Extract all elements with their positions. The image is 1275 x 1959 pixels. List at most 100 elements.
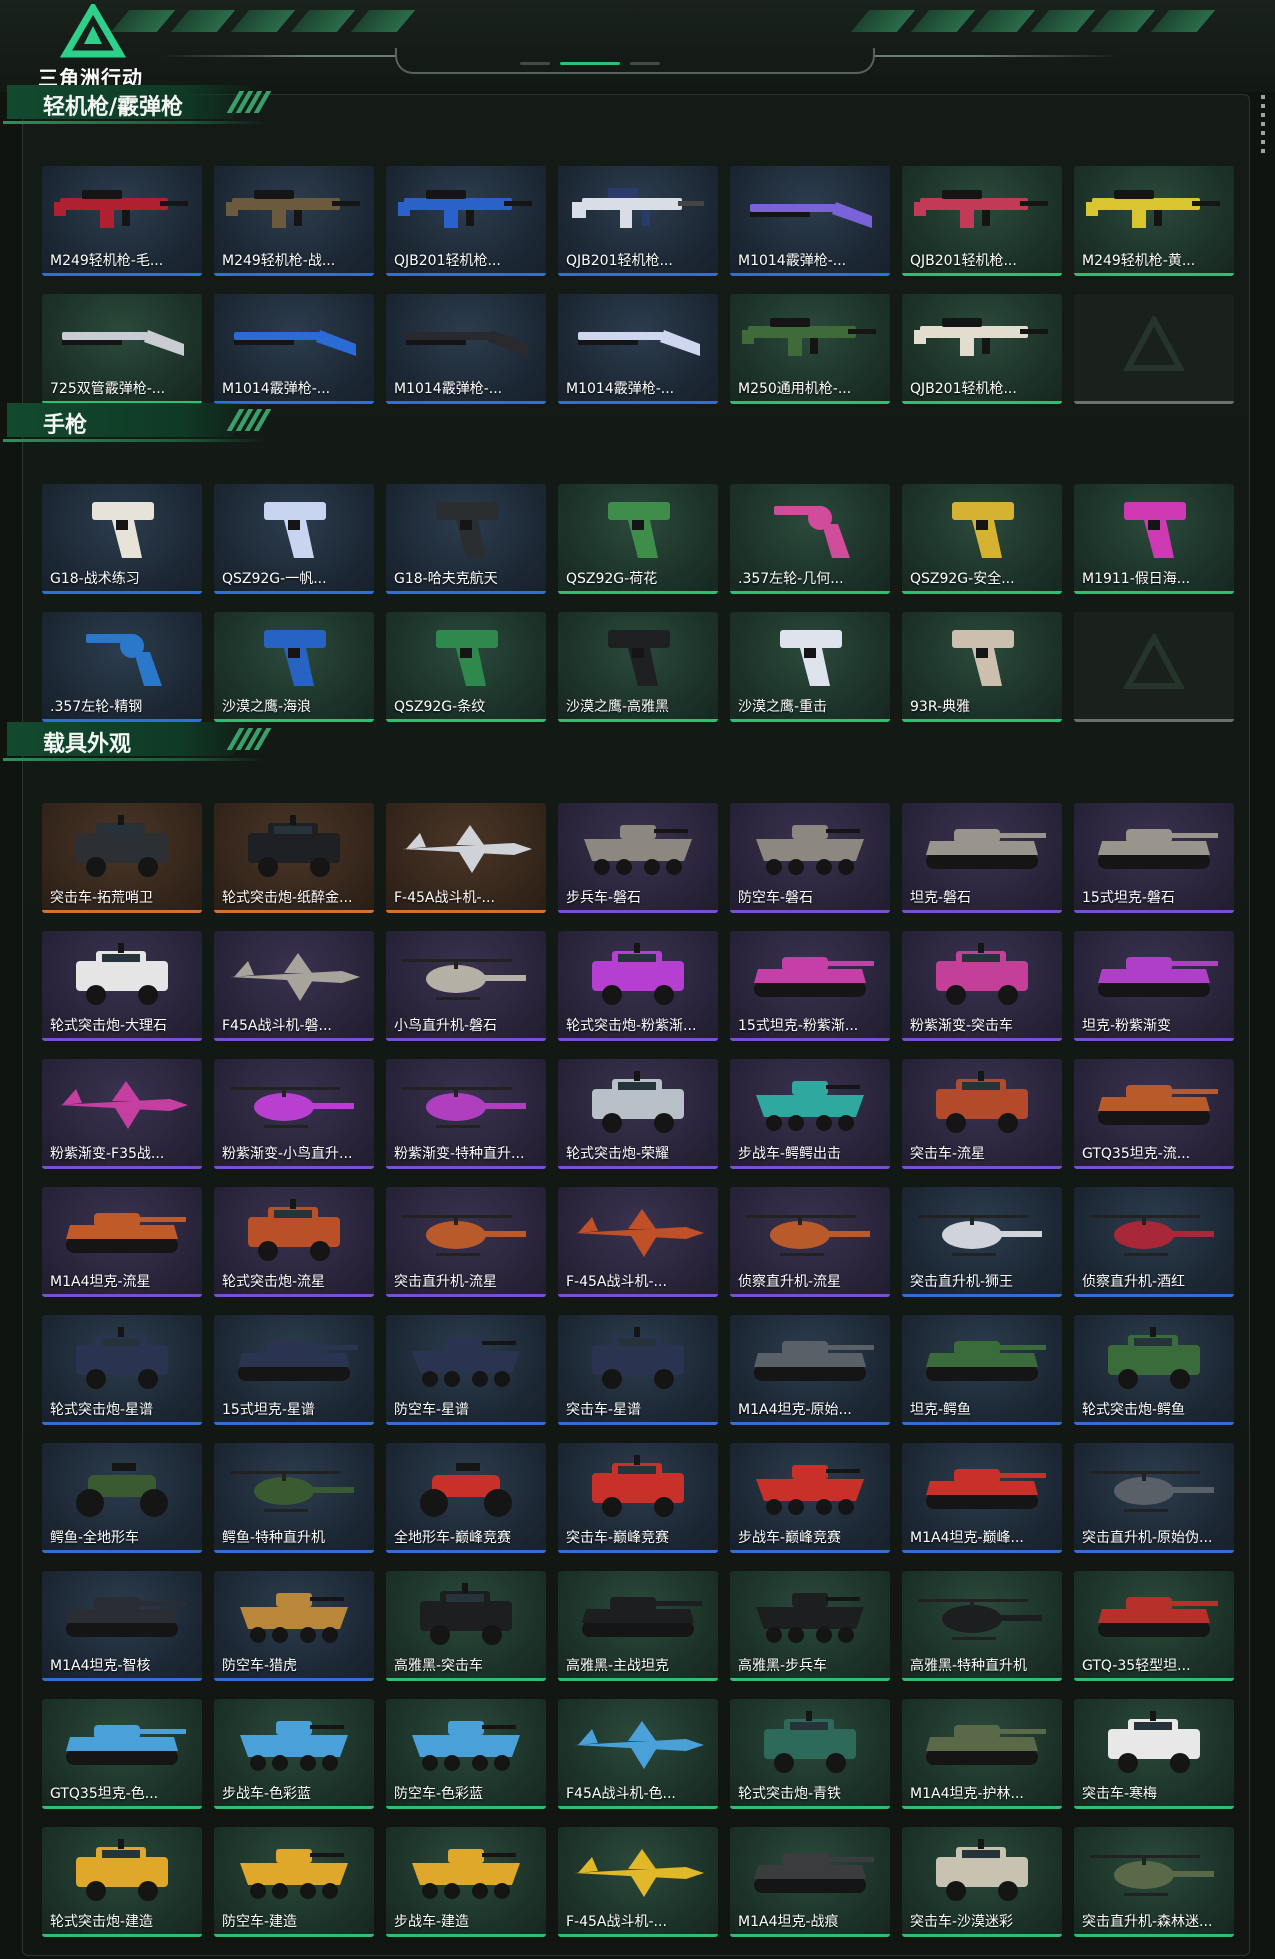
- item-card[interactable]: 侦察直升机-酒红: [1074, 1187, 1234, 1297]
- item-card[interactable]: 全地形车-巅峰竞赛: [386, 1443, 546, 1553]
- item-card[interactable]: 15式坦克-粉紫渐...: [730, 931, 890, 1041]
- item-card[interactable]: 93R-典雅: [902, 612, 1062, 722]
- item-card[interactable]: M1A4坦克-智核: [42, 1571, 202, 1681]
- item-card[interactable]: F45A战斗机-色...: [558, 1699, 718, 1809]
- item-card[interactable]: M1A4坦克-流星: [42, 1187, 202, 1297]
- item-card[interactable]: 轮式突击炮-纸醉金...: [214, 803, 374, 913]
- item-card[interactable]: M249轻机枪-战...: [214, 166, 374, 276]
- item-card[interactable]: F-45A战斗机-...: [386, 803, 546, 913]
- item-card[interactable]: G18-哈夫克航天: [386, 484, 546, 594]
- item-card[interactable]: 突击车-沙漠迷彩: [902, 1827, 1062, 1937]
- item-card[interactable]: 轮式突击炮-鳄鱼: [1074, 1315, 1234, 1425]
- item-card[interactable]: 步战车-鳄鳄出击: [730, 1059, 890, 1169]
- item-card[interactable]: 高雅黑-主战坦克: [558, 1571, 718, 1681]
- item-card[interactable]: 小鸟直升机-磐石: [386, 931, 546, 1041]
- item-card[interactable]: 沙漠之鹰-重击: [730, 612, 890, 722]
- item-card[interactable]: F-45A战斗机-...: [558, 1187, 718, 1297]
- item-card[interactable]: 突击车-巅峰竞赛: [558, 1443, 718, 1553]
- item-card[interactable]: M1A4坦克-战痕: [730, 1827, 890, 1937]
- item-card[interactable]: G18-战术练习: [42, 484, 202, 594]
- item-card[interactable]: 高雅黑-特种直升机: [902, 1571, 1062, 1681]
- item-card[interactable]: 沙漠之鹰-海浪: [214, 612, 374, 722]
- item-card[interactable]: 粉紫渐变-小鸟直升...: [214, 1059, 374, 1169]
- rarity-strip: [730, 273, 890, 276]
- item-card[interactable]: F-45A战斗机-...: [558, 1827, 718, 1937]
- item-card[interactable]: 15式坦克-磐石: [1074, 803, 1234, 913]
- item-card[interactable]: 防空车-色彩蓝: [386, 1699, 546, 1809]
- item-card[interactable]: M1014霰弹枪-...: [558, 294, 718, 404]
- item-card[interactable]: 轮式突击炮-青铁: [730, 1699, 890, 1809]
- item-card[interactable]: 突击车-星谱: [558, 1315, 718, 1425]
- scrollbar-handle[interactable]: [1261, 95, 1265, 155]
- item-card[interactable]: 轮式突击炮-粉紫渐...: [558, 931, 718, 1041]
- rarity-strip: [902, 719, 1062, 722]
- item-card[interactable]: 轮式突击炮-大理石: [42, 931, 202, 1041]
- item-card[interactable]: 防空车-磐石: [730, 803, 890, 913]
- item-card[interactable]: 粉紫渐变-突击车: [902, 931, 1062, 1041]
- item-card[interactable]: M1014霰弹枪-...: [214, 294, 374, 404]
- item-card[interactable]: 轮式突击炮-星谱: [42, 1315, 202, 1425]
- item-label: M249轻机枪-毛...: [50, 253, 164, 269]
- item-card[interactable]: 沙漠之鹰-高雅黑: [558, 612, 718, 722]
- item-card[interactable]: 侦察直升机-流星: [730, 1187, 890, 1297]
- rarity-strip: [1074, 1678, 1234, 1681]
- item-card[interactable]: 突击车-拓荒哨卫: [42, 803, 202, 913]
- item-card[interactable]: 步战车-建造: [386, 1827, 546, 1937]
- item-card[interactable]: .357左轮-精钢: [42, 612, 202, 722]
- item-label: 轮式突击炮-青铁: [738, 1786, 842, 1802]
- item-card[interactable]: GTQ35坦克-流...: [1074, 1059, 1234, 1169]
- item-card[interactable]: 高雅黑-步兵车: [730, 1571, 890, 1681]
- item-card[interactable]: 坦克-粉紫渐变: [1074, 931, 1234, 1041]
- item-card[interactable]: QSZ92G-条纹: [386, 612, 546, 722]
- item-card[interactable]: 突击直升机-狮王: [902, 1187, 1062, 1297]
- item-card[interactable]: 坦克-磐石: [902, 803, 1062, 913]
- item-card[interactable]: 步战车-巅峰竞赛: [730, 1443, 890, 1553]
- item-card[interactable]: QJB201轻机枪...: [386, 166, 546, 276]
- item-card[interactable]: 轮式突击炮-荣耀: [558, 1059, 718, 1169]
- item-card[interactable]: 坦克-鳄鱼: [902, 1315, 1062, 1425]
- item-card[interactable]: 突击车-寒梅: [1074, 1699, 1234, 1809]
- item-card[interactable]: M249轻机枪-黄...: [1074, 166, 1234, 276]
- item-card[interactable]: QJB201轻机枪...: [902, 166, 1062, 276]
- item-card[interactable]: 轮式突击炮-建造: [42, 1827, 202, 1937]
- item-card[interactable]: QSZ92G-荷花: [558, 484, 718, 594]
- item-card[interactable]: 防空车-猎虎: [214, 1571, 374, 1681]
- item-card[interactable]: M1A4坦克-原始...: [730, 1315, 890, 1425]
- item-card[interactable]: 粉紫渐变-F35战...: [42, 1059, 202, 1169]
- item-card[interactable]: 鳄鱼-特种直升机: [214, 1443, 374, 1553]
- item-card[interactable]: 防空车-星谱: [386, 1315, 546, 1425]
- item-card[interactable]: 突击车-流星: [902, 1059, 1062, 1169]
- item-card[interactable]: 15式坦克-星谱: [214, 1315, 374, 1425]
- item-card[interactable]: 突击直升机-森林迷...: [1074, 1827, 1234, 1937]
- rarity-strip: [558, 401, 718, 404]
- item-card[interactable]: M1014霰弹枪-...: [386, 294, 546, 404]
- item-card[interactable]: QJB201轻机枪...: [558, 166, 718, 276]
- item-card[interactable]: 步战车-色彩蓝: [214, 1699, 374, 1809]
- item-card[interactable]: GTQ35坦克-色...: [42, 1699, 202, 1809]
- item-card[interactable]: 步兵车-磐石: [558, 803, 718, 913]
- section-header: 载具外观: [3, 718, 283, 762]
- item-card[interactable]: .357左轮-几何...: [730, 484, 890, 594]
- item-card[interactable]: 防空车-建造: [214, 1827, 374, 1937]
- item-card[interactable]: M1A4坦克-护林...: [902, 1699, 1062, 1809]
- item-label: 突击直升机-森林迷...: [1082, 1914, 1213, 1930]
- item-card[interactable]: 725双管霰弹枪-...: [42, 294, 202, 404]
- item-card[interactable]: 突击直升机-原始伪...: [1074, 1443, 1234, 1553]
- item-card[interactable]: GTQ-35轻型坦...: [1074, 1571, 1234, 1681]
- item-card[interactable]: M250通用机枪-...: [730, 294, 890, 404]
- item-card[interactable]: F45A战斗机-磐...: [214, 931, 374, 1041]
- rarity-strip: [730, 1166, 890, 1169]
- item-card[interactable]: 轮式突击炮-流星: [214, 1187, 374, 1297]
- item-card[interactable]: QSZ92G-安全...: [902, 484, 1062, 594]
- item-card[interactable]: QSZ92G-一帆...: [214, 484, 374, 594]
- item-card[interactable]: QJB201轻机枪...: [902, 294, 1062, 404]
- item-card[interactable]: M1014霰弹枪-...: [730, 166, 890, 276]
- item-card[interactable]: M1A4坦克-巅峰...: [902, 1443, 1062, 1553]
- item-card[interactable]: 高雅黑-突击车: [386, 1571, 546, 1681]
- item-card[interactable]: M249轻机枪-毛...: [42, 166, 202, 276]
- item-label: M1014霰弹枪-...: [394, 381, 503, 397]
- item-card[interactable]: 突击直升机-流星: [386, 1187, 546, 1297]
- item-card[interactable]: 粉紫渐变-特种直升...: [386, 1059, 546, 1169]
- item-card[interactable]: M1911-假日海...: [1074, 484, 1234, 594]
- item-card[interactable]: 鳄鱼-全地形车: [42, 1443, 202, 1553]
